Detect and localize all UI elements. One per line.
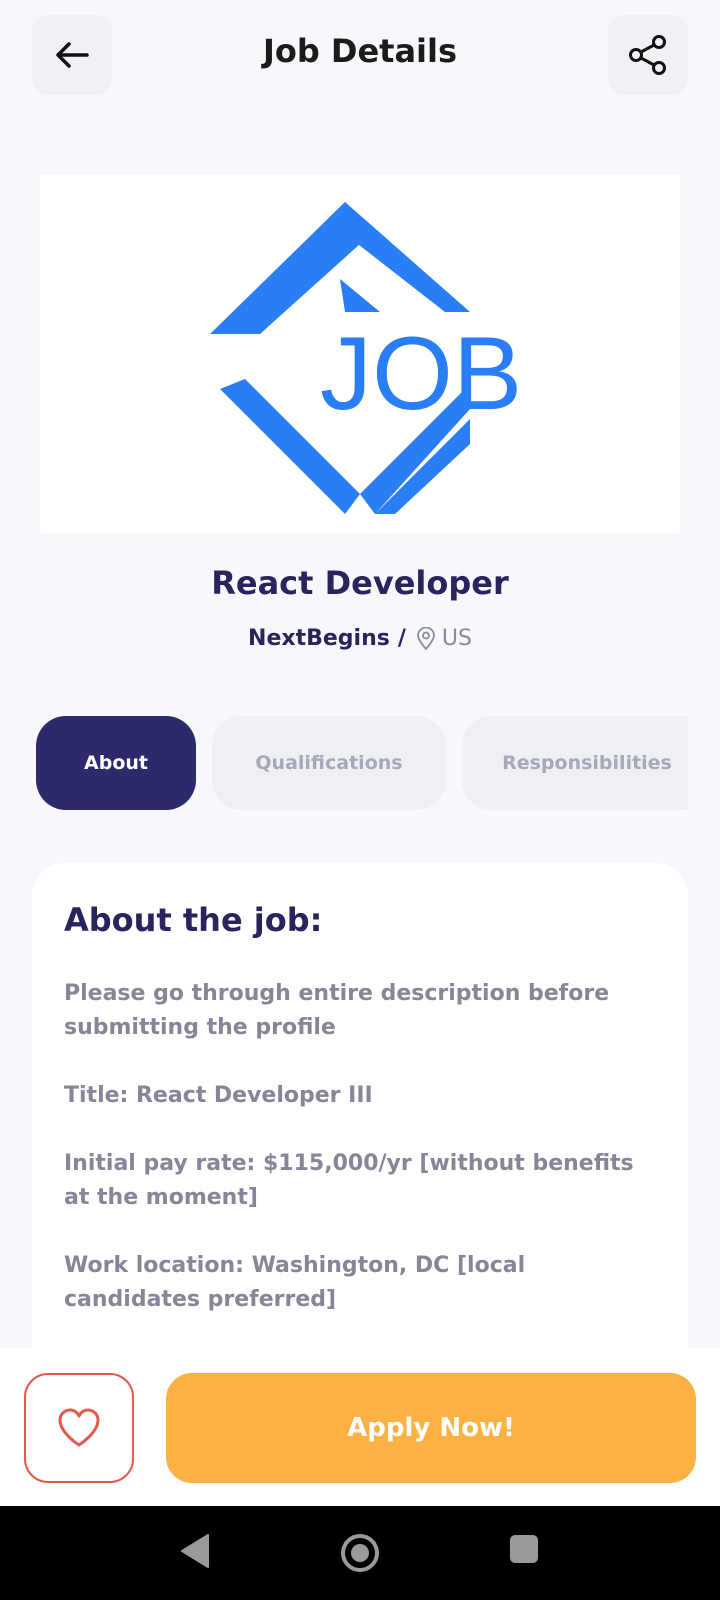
bottom-action-bar: Apply Now! — [0, 1348, 720, 1506]
job-logo: JOB — [210, 202, 522, 514]
location-text: US — [441, 626, 472, 651]
share-icon — [629, 35, 666, 75]
system-navigation-bar — [0, 1506, 720, 1600]
heart-icon — [58, 1408, 100, 1447]
back-triangle-icon[interactable] — [180, 1533, 210, 1569]
about-card: About the job: Please go through entire … — [32, 863, 688, 1363]
job-title: React Developer — [211, 564, 509, 602]
detail-tabs: About Qualifications Responsibilities — [36, 716, 688, 810]
separator: / — [397, 626, 406, 651]
share-button[interactable] — [608, 15, 688, 95]
map-pin-icon — [416, 626, 436, 651]
app-header: Job Details — [0, 0, 720, 112]
company-location-row: NextBegins / US — [0, 626, 720, 651]
description-paragraph: Initial pay rate: $115,000/yr [without b… — [64, 1151, 634, 1210]
description-paragraph: Please go through entire description bef… — [64, 981, 610, 1040]
tab-qualifications[interactable]: Qualifications — [212, 716, 446, 810]
recents-square-icon[interactable] — [508, 1533, 540, 1565]
logo-text: JOB — [320, 316, 522, 432]
description-paragraph: Work location: Washington, DC [local can… — [64, 1253, 526, 1312]
home-circle-icon[interactable] — [340, 1533, 380, 1573]
company-logo-card: JOB — [40, 175, 680, 533]
favorite-button[interactable] — [24, 1373, 134, 1483]
tab-responsibilities[interactable]: Responsibilities — [462, 716, 688, 810]
company-name: NextBegins — [248, 626, 390, 651]
apply-now-button[interactable]: Apply Now! — [166, 1373, 696, 1483]
about-heading: About the job: — [64, 901, 323, 939]
description-paragraph: Title: React Developer III — [64, 1083, 373, 1108]
tab-about[interactable]: About — [36, 716, 196, 810]
